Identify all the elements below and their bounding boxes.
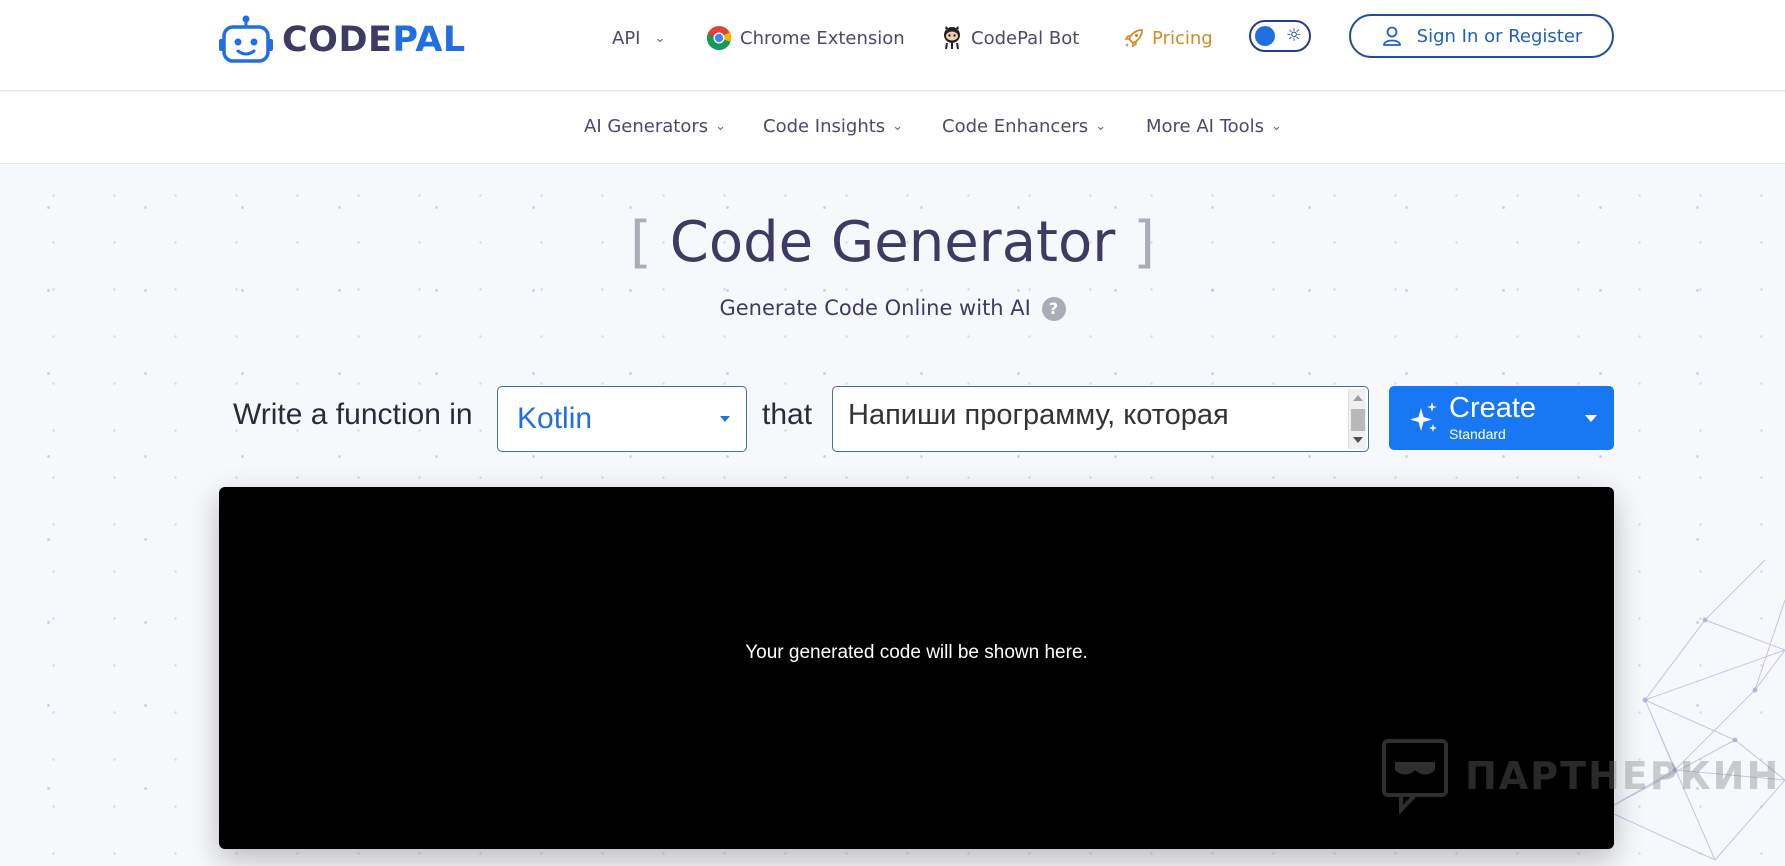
chevron-down-icon: ⌄ xyxy=(892,119,904,134)
sign-in-label: Sign In or Register xyxy=(1416,25,1583,47)
create-mode-label: Standard xyxy=(1449,426,1506,442)
output-placeholder: Your generated code will be shown here. xyxy=(745,642,1088,663)
nav-api[interactable]: API ⌄ xyxy=(612,22,665,54)
nav-pricing-label: Pricing xyxy=(1152,27,1213,49)
sign-in-button[interactable]: Sign In or Register xyxy=(1349,14,1614,58)
user-icon xyxy=(1382,26,1401,46)
logo-wordmark: CODEPAL xyxy=(282,20,466,60)
nav-codepal-bot-label: CodePal Bot xyxy=(971,27,1080,49)
page-title: [ Code Generator ] xyxy=(0,210,1785,275)
nav-code-enhancers[interactable]: Code Enhancers ⌄ xyxy=(942,116,1106,137)
chevron-down-icon: ⌄ xyxy=(1095,119,1107,134)
prompt-textarea-value: Напиши программу, которая xyxy=(848,399,1229,431)
theme-toggle[interactable]: ☼ xyxy=(1249,20,1311,52)
scroll-thumb[interactable] xyxy=(1351,409,1365,431)
chrome-icon xyxy=(706,26,732,51)
prompt-scrollbar[interactable] xyxy=(1348,389,1366,449)
nav-chrome-extension[interactable]: Chrome Extension xyxy=(706,22,905,54)
nav-code-insights-label: Code Insights xyxy=(763,116,886,137)
chevron-down-icon: ⌄ xyxy=(654,30,666,46)
codepal-logo[interactable]: CODEPAL xyxy=(218,14,466,66)
language-select[interactable]: Kotlin xyxy=(497,386,747,452)
nav-chrome-extension-label: Chrome Extension xyxy=(740,27,905,49)
top-header: CODEPAL API ⌄ Chrome Extension CodePal B… xyxy=(0,0,1785,91)
toggle-knob xyxy=(1255,26,1275,46)
scroll-down-arrow-icon[interactable] xyxy=(1353,437,1363,443)
chevron-down-icon: ⌄ xyxy=(715,119,727,134)
language-select-value: Kotlin xyxy=(517,402,593,435)
create-button[interactable]: Create Standard xyxy=(1389,386,1614,450)
form-connector-label: that xyxy=(762,398,813,431)
scroll-up-arrow-icon[interactable] xyxy=(1353,395,1363,401)
github-octocat-icon xyxy=(944,26,960,50)
network-mesh-decoration xyxy=(1602,560,1785,861)
nav-codepal-bot[interactable]: CodePal Bot xyxy=(941,22,1079,54)
nav-code-enhancers-label: Code Enhancers xyxy=(942,116,1089,137)
nav-code-insights[interactable]: Code Insights ⌄ xyxy=(763,116,903,137)
sun-icon: ☼ xyxy=(1285,25,1302,46)
page-subtitle-text: Generate Code Online with AI xyxy=(719,296,1031,320)
rocket-icon xyxy=(1124,29,1143,48)
nav-api-label: API xyxy=(612,27,641,49)
nav-ai-generators[interactable]: AI Generators ⌄ xyxy=(584,116,726,137)
chevron-down-icon: ⌄ xyxy=(1271,119,1282,134)
watermark-text: ПАРТНЕРКИН xyxy=(1465,754,1781,798)
form-prefix-label: Write a function in xyxy=(233,398,473,431)
help-icon[interactable]: ? xyxy=(1041,297,1066,321)
nav-more-ai-tools-label: More AI Tools xyxy=(1146,116,1265,137)
create-dropdown-caret-icon[interactable] xyxy=(1585,415,1597,422)
caret-down-icon xyxy=(720,416,730,422)
nav-ai-generators-label: AI Generators xyxy=(584,116,709,137)
partnerkin-logo-icon xyxy=(1382,739,1448,814)
page-title-text: Code Generator xyxy=(669,210,1116,275)
nav-more-ai-tools[interactable]: More AI Tools ⌄ xyxy=(1146,116,1282,137)
sparkles-icon xyxy=(1410,402,1437,432)
nav-pricing[interactable]: Pricing xyxy=(1124,22,1213,54)
watermark: ПАРТНЕРКИН xyxy=(1381,738,1780,814)
create-button-label: Create xyxy=(1449,392,1537,424)
robot-logo-icon xyxy=(219,15,273,63)
page-subtitle: Generate Code Online with AI ? xyxy=(0,296,1785,321)
prompt-textarea[interactable]: Напиши программу, которая xyxy=(832,386,1369,452)
tools-nav: AI Generators ⌄ Code Insights ⌄ Code Enh… xyxy=(0,92,1785,164)
title-bracket-open: [ xyxy=(630,210,652,275)
title-bracket-close: ] xyxy=(1133,210,1155,275)
